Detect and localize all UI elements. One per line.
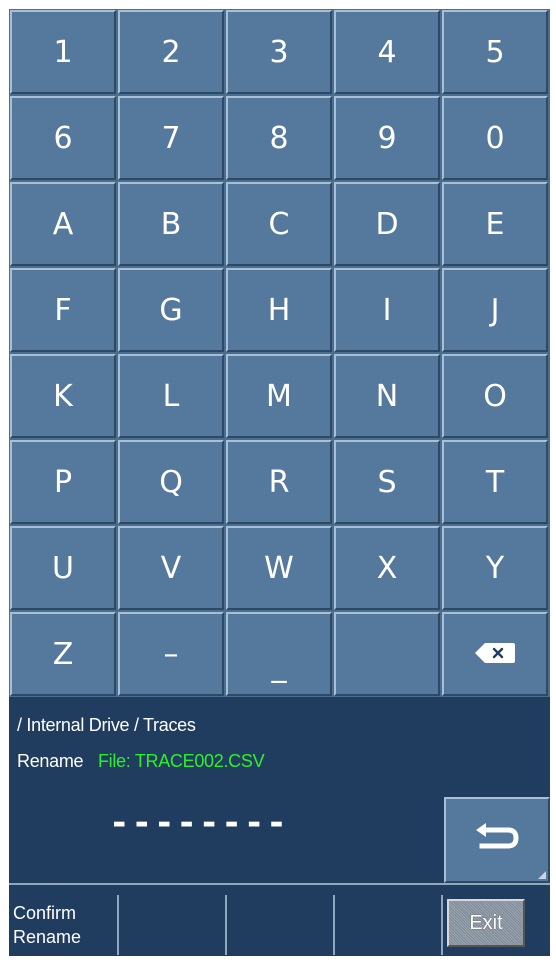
key-label: M (266, 378, 292, 414)
info-panel: / Internal Drive / Traces Rename File: T… (9, 697, 550, 883)
key-g[interactable]: G (118, 268, 224, 352)
key-s[interactable]: S (334, 440, 440, 524)
key-label: 6 (53, 120, 73, 156)
key-label: I (382, 292, 392, 328)
key-label: W (264, 550, 294, 586)
key-a[interactable]: A (10, 182, 116, 266)
key-e[interactable]: E (442, 182, 548, 266)
key-i[interactable]: I (334, 268, 440, 352)
softkey-bar: Confirm Rename Exit (9, 883, 550, 956)
backspace-key[interactable] (442, 612, 548, 696)
key-label: 1 (53, 34, 73, 70)
key-label: G (159, 292, 183, 328)
key-label: L (162, 378, 180, 414)
key-y[interactable]: Y (442, 526, 548, 610)
key-label: 4 (377, 34, 397, 70)
key-label: P (53, 464, 73, 500)
key-label: A (52, 206, 74, 242)
key-label: 2 (161, 34, 181, 70)
corner-indicator (538, 871, 546, 879)
key-f[interactable]: F (10, 268, 116, 352)
softkey-empty-2[interactable] (119, 895, 227, 955)
key-j[interactable]: J (442, 268, 548, 352)
backspace-icon (475, 637, 515, 672)
dash-key[interactable]: – (118, 612, 224, 696)
confirm-rename-button[interactable]: Confirm Rename (9, 895, 119, 955)
onscreen-keypad: 1 2 3 4 5 6 7 8 9 0 A B C D E F G H I J K L M N O P Q R S T U V W X Y Z – _ (9, 9, 550, 697)
current-path: / Internal Drive / Traces (17, 715, 196, 735)
key-label: D (375, 206, 399, 242)
key-label: T (485, 464, 505, 500)
key-label: V (160, 550, 182, 586)
key-x[interactable]: X (334, 526, 440, 610)
confirm-label-line2: Rename (13, 927, 82, 947)
key-label: K (53, 378, 73, 414)
key-7[interactable]: 7 (118, 96, 224, 180)
key-t[interactable]: T (442, 440, 548, 524)
key-c[interactable]: C (226, 182, 332, 266)
exit-button[interactable]: Exit (447, 899, 525, 947)
key-h[interactable]: H (226, 268, 332, 352)
rename-label: Rename (17, 751, 84, 771)
key-label: J (490, 292, 500, 328)
key-label: F (54, 292, 72, 328)
confirm-label-line1: Confirm (13, 903, 77, 923)
key-9[interactable]: 9 (334, 96, 440, 180)
key-8[interactable]: 8 (226, 96, 332, 180)
key-label: Q (159, 464, 183, 500)
key-b[interactable]: B (118, 182, 224, 266)
key-label: Y (485, 550, 505, 586)
softkey-empty-4[interactable] (335, 895, 443, 955)
key-2[interactable]: 2 (118, 10, 224, 94)
enter-button[interactable] (444, 797, 550, 883)
key-4[interactable]: 4 (334, 10, 440, 94)
key-label: _ (271, 648, 287, 684)
key-5[interactable]: 5 (442, 10, 548, 94)
enter-arrow-icon (472, 822, 522, 858)
key-q[interactable]: Q (118, 440, 224, 524)
key-l[interactable]: L (118, 354, 224, 438)
key-u[interactable]: U (10, 526, 116, 610)
rename-line: Rename File: TRACE002.CSV (17, 751, 265, 772)
key-label: S (377, 464, 397, 500)
key-label: U (52, 550, 74, 586)
key-label: C (268, 206, 290, 242)
key-w[interactable]: W (226, 526, 332, 610)
key-label: 9 (377, 120, 397, 156)
key-n[interactable]: N (334, 354, 440, 438)
key-label: E (485, 206, 505, 242)
key-label: R (268, 464, 290, 500)
key-p[interactable]: P (10, 440, 116, 524)
blank-key[interactable] (334, 612, 440, 696)
key-label: O (483, 378, 507, 414)
underscore-key[interactable]: _ (226, 612, 332, 696)
key-label: 5 (485, 34, 505, 70)
rename-dialog: 1 2 3 4 5 6 7 8 9 0 A B C D E F G H I J K L M N O P Q R S T U V W X Y Z – _ /… (0, 0, 556, 962)
filename-input[interactable]: -------- (109, 801, 369, 845)
key-z[interactable]: Z (10, 612, 116, 696)
key-label: N (375, 378, 399, 414)
key-label: H (267, 292, 291, 328)
key-6[interactable]: 6 (10, 96, 116, 180)
key-label: 3 (269, 34, 289, 70)
key-k[interactable]: K (10, 354, 116, 438)
key-label: 0 (485, 120, 505, 156)
key-o[interactable]: O (442, 354, 548, 438)
key-1[interactable]: 1 (10, 10, 116, 94)
softkey-empty-3[interactable] (227, 895, 335, 955)
key-label: – (163, 636, 179, 672)
key-d[interactable]: D (334, 182, 440, 266)
key-label: Z (52, 636, 74, 672)
key-label: 7 (161, 120, 181, 156)
key-m[interactable]: M (226, 354, 332, 438)
key-3[interactable]: 3 (226, 10, 332, 94)
key-label: B (160, 206, 182, 242)
key-r[interactable]: R (226, 440, 332, 524)
key-label: 8 (269, 120, 289, 156)
key-v[interactable]: V (118, 526, 224, 610)
file-name-label: File: TRACE002.CSV (97, 751, 265, 771)
key-label: X (376, 550, 398, 586)
key-0[interactable]: 0 (442, 96, 548, 180)
